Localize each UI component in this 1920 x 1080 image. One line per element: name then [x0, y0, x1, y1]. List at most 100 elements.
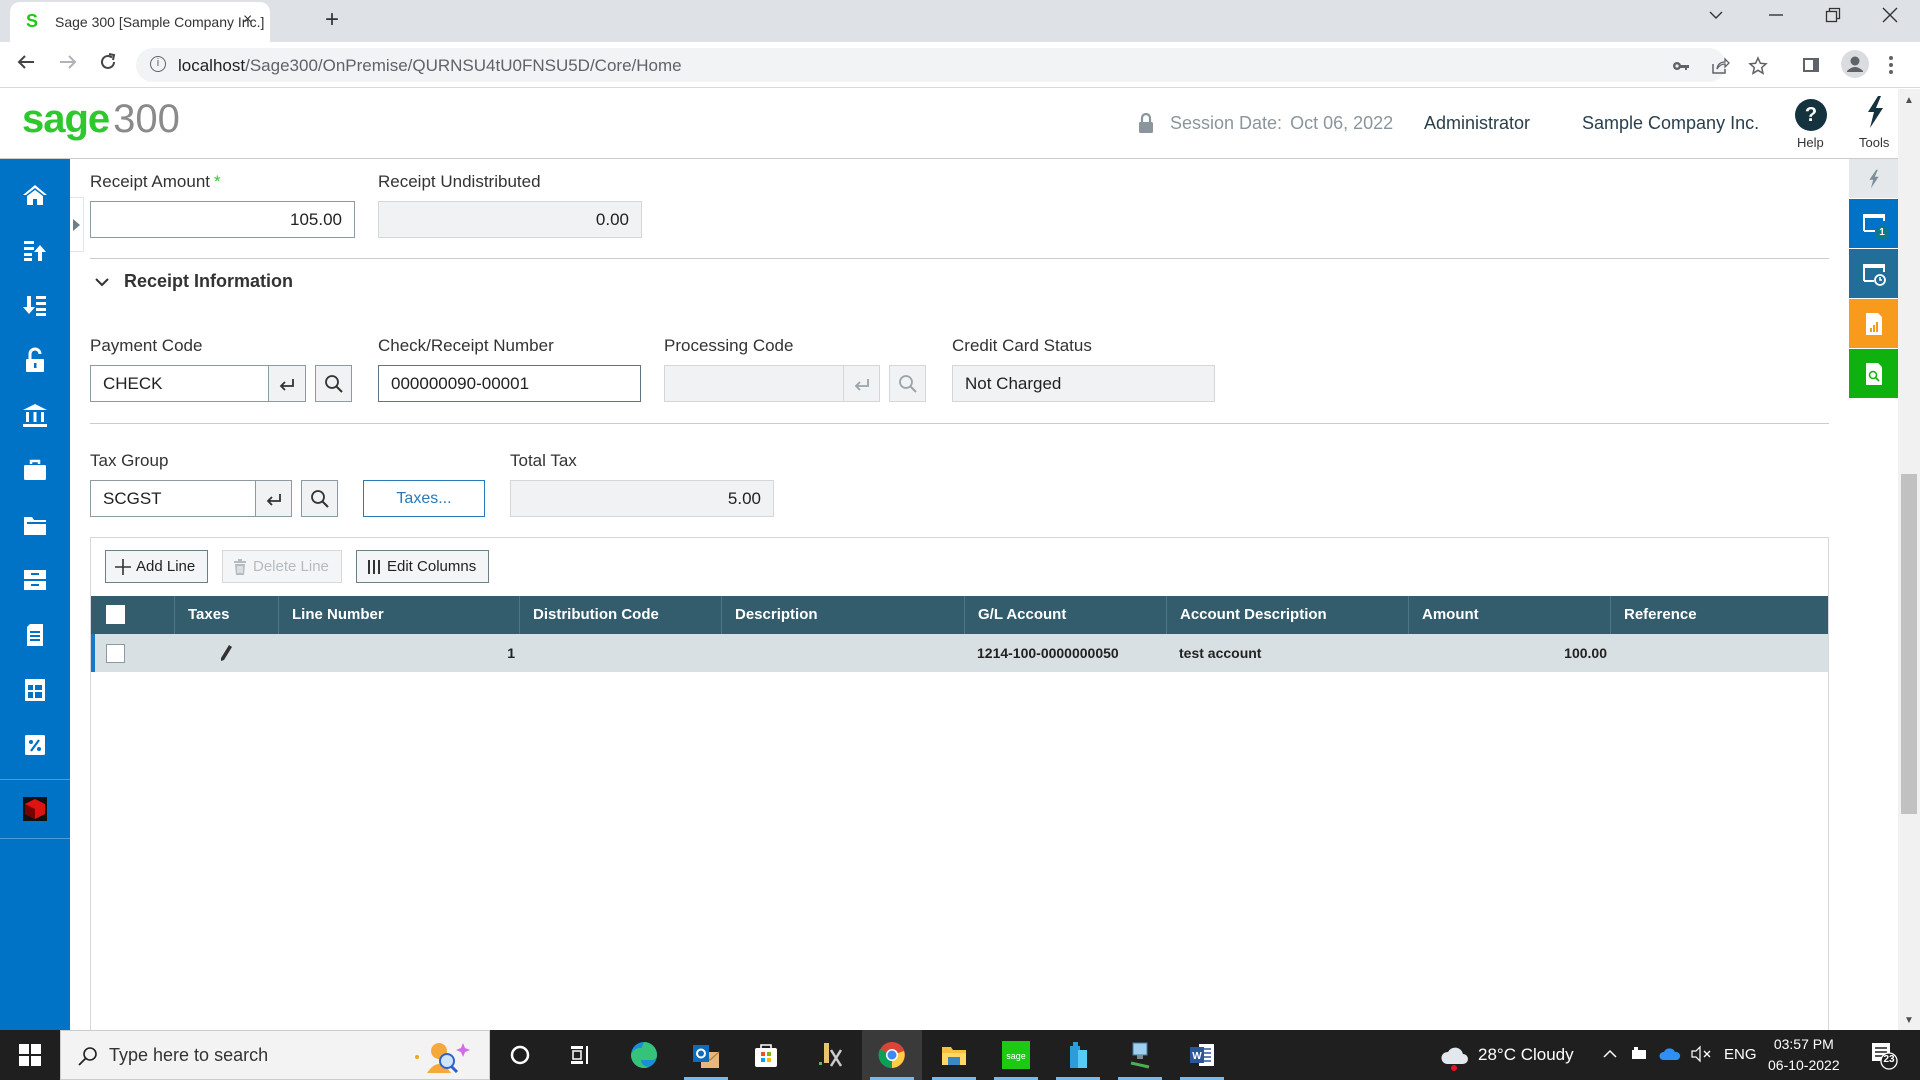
- weather-cloud-icon[interactable]: [1440, 1042, 1470, 1072]
- company-name[interactable]: Sample Company Inc.: [1582, 113, 1759, 134]
- onedrive-cloud-icon[interactable]: [1659, 1046, 1681, 1062]
- session-date[interactable]: Session Date: Oct 06, 2022: [1170, 113, 1393, 134]
- sidebar-item-tax[interactable]: [0, 717, 70, 772]
- sidebar-item-documents[interactable]: [0, 497, 70, 552]
- tax-group-finder-button[interactable]: [301, 480, 338, 517]
- taskbar-sage[interactable]: sage: [986, 1030, 1046, 1080]
- start-button[interactable]: [0, 1030, 60, 1080]
- help-icon[interactable]: ?: [1795, 99, 1827, 131]
- payment-code-input[interactable]: CHECK: [90, 365, 269, 402]
- expand-panel-toggle[interactable]: [70, 197, 84, 252]
- column-header-line-number[interactable]: Line Number: [278, 596, 519, 634]
- restore-icon[interactable]: [1825, 6, 1841, 29]
- cell-distribution-code[interactable]: [532, 634, 727, 672]
- forward-icon[interactable]: [58, 52, 78, 78]
- cell-account-description[interactable]: test account: [1179, 634, 1414, 672]
- tools-label[interactable]: Tools: [1859, 135, 1889, 150]
- cortana-button[interactable]: [490, 1030, 550, 1080]
- sidebar-item-inventory[interactable]: [0, 552, 70, 607]
- chrome-menu-icon[interactable]: [1888, 54, 1894, 81]
- payment-code-enter-button[interactable]: [268, 365, 306, 402]
- weather-text[interactable]: 28°C Cloudy: [1478, 1045, 1574, 1065]
- reports-button[interactable]: [1849, 299, 1899, 349]
- user-name[interactable]: Administrator: [1424, 113, 1530, 134]
- notification-center-button[interactable]: 23: [1868, 1040, 1898, 1070]
- page-scrollbar[interactable]: ▲ ▼: [1898, 89, 1920, 1030]
- volume-muted-icon[interactable]: [1690, 1045, 1712, 1063]
- select-all-checkbox[interactable]: [106, 605, 125, 624]
- password-key-icon[interactable]: [1671, 56, 1691, 81]
- address-bar[interactable]: i localhost/Sage300/OnPremise/QURNSU4tU0…: [136, 48, 1768, 82]
- share-icon[interactable]: [1710, 56, 1730, 81]
- row-select-checkbox[interactable]: [106, 644, 125, 663]
- side-panel-icon[interactable]: [1801, 55, 1821, 80]
- taskbar-tools-app[interactable]: [800, 1030, 860, 1080]
- taskbar-word[interactable]: W: [1172, 1030, 1232, 1080]
- scroll-down-arrow-icon[interactable]: ▼: [1904, 1015, 1914, 1026]
- column-header-taxes[interactable]: Taxes: [174, 596, 278, 634]
- help-label[interactable]: Help: [1797, 135, 1824, 150]
- browser-tab[interactable]: S Sage 300 [Sample Company Inc.] ×: [10, 2, 270, 42]
- sidebar-item-home[interactable]: [0, 167, 70, 222]
- check-receipt-number-input[interactable]: 000000090-00001: [378, 365, 641, 402]
- bookmark-star-icon[interactable]: [1748, 56, 1768, 81]
- battery-icon[interactable]: [1630, 1046, 1648, 1062]
- sidebar-item-projects[interactable]: [0, 442, 70, 497]
- add-line-button[interactable]: Add Line: [105, 550, 209, 583]
- edit-columns-button[interactable]: Edit Columns: [356, 550, 490, 583]
- profile-avatar-icon[interactable]: [1840, 49, 1870, 84]
- windows-manager-button[interactable]: 1: [1849, 199, 1899, 249]
- sidebar-item-receivables[interactable]: [0, 222, 70, 277]
- quick-tools-button[interactable]: [1849, 159, 1899, 199]
- site-info-icon[interactable]: i: [150, 56, 166, 72]
- sidebar-item-reports[interactable]: [0, 662, 70, 717]
- edit-pencil-icon[interactable]: [219, 644, 233, 662]
- taskbar-building-app[interactable]: [1048, 1030, 1108, 1080]
- taskbar-store[interactable]: [736, 1030, 796, 1080]
- new-tab-button[interactable]: +: [325, 6, 339, 34]
- cell-amount[interactable]: 100.00: [1408, 634, 1607, 672]
- receipt-amount-input[interactable]: 105.00: [90, 201, 355, 238]
- cell-description[interactable]: [734, 634, 969, 672]
- cell-line-number[interactable]: 1: [278, 634, 515, 672]
- close-window-icon[interactable]: [1882, 6, 1898, 29]
- column-header-gl-account[interactable]: G/L Account: [964, 596, 1166, 634]
- taskbar-outlook[interactable]: [676, 1030, 736, 1080]
- taskbar-chrome[interactable]: [862, 1030, 922, 1080]
- back-icon[interactable]: [16, 52, 36, 78]
- tab-search-icon[interactable]: [1708, 6, 1724, 29]
- sidebar-item-orders[interactable]: [0, 607, 70, 662]
- taskbar-search-box[interactable]: Type here to search: [60, 1030, 490, 1080]
- tax-group-enter-button[interactable]: [255, 480, 292, 517]
- cell-reference[interactable]: [1623, 634, 1828, 672]
- minimize-icon[interactable]: [1768, 6, 1784, 29]
- inquiry-button[interactable]: [1849, 349, 1899, 399]
- cell-gl-account[interactable]: 1214-100-0000000050: [977, 634, 1172, 672]
- tax-group-input[interactable]: SCGST: [90, 480, 256, 517]
- sidebar-item-custom-module[interactable]: [0, 781, 70, 836]
- sidebar-item-payables[interactable]: [0, 277, 70, 332]
- column-header-reference[interactable]: Reference: [1610, 596, 1828, 634]
- sidebar-item-bank[interactable]: [0, 387, 70, 442]
- show-hidden-icons-chevron-icon[interactable]: [1603, 1047, 1617, 1061]
- column-header-distribution-code[interactable]: Distribution Code: [519, 596, 721, 634]
- taskbar-remote-desktop[interactable]: [1110, 1030, 1170, 1080]
- reload-icon[interactable]: [98, 52, 118, 78]
- scrollbar-thumb[interactable]: [1901, 474, 1917, 814]
- column-header-account-description[interactable]: Account Description: [1166, 596, 1408, 634]
- task-view-button[interactable]: [550, 1030, 610, 1080]
- sidebar-item-security[interactable]: [0, 332, 70, 387]
- close-tab-icon[interactable]: ×: [243, 11, 252, 29]
- language-indicator[interactable]: ENG: [1724, 1046, 1757, 1063]
- table-row[interactable]: 1 1214-100-0000000050 test account 100.0…: [91, 634, 1828, 672]
- sage-300-logo[interactable]: sage 300: [22, 97, 180, 142]
- receipt-information-section-toggle[interactable]: Receipt Information: [94, 271, 293, 292]
- recent-windows-button[interactable]: [1849, 249, 1899, 299]
- taskbar-file-explorer[interactable]: [924, 1030, 984, 1080]
- tools-lightning-icon[interactable]: [1862, 95, 1888, 129]
- taskbar-edge[interactable]: [614, 1030, 674, 1080]
- payment-code-finder-button[interactable]: [315, 365, 352, 402]
- scroll-up-arrow-icon[interactable]: ▲: [1904, 95, 1914, 106]
- column-header-amount[interactable]: Amount: [1408, 596, 1610, 634]
- taxes-button[interactable]: Taxes...: [363, 480, 485, 517]
